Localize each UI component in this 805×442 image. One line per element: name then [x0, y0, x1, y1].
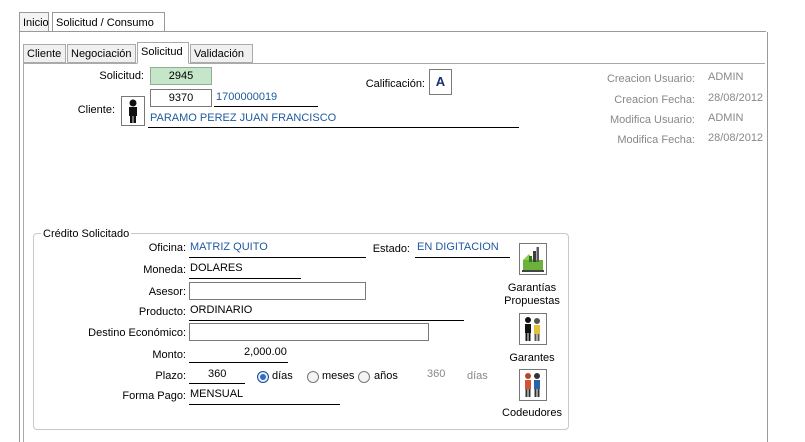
garantes-icon[interactable]: [519, 313, 547, 345]
producto-underline: [189, 320, 464, 321]
tab-inicio[interactable]: Inicio: [19, 12, 49, 32]
person-icon[interactable]: [121, 96, 145, 126]
monto-value[interactable]: 2,000.00: [244, 346, 287, 358]
plazo-anos-radio[interactable]: [358, 371, 370, 383]
credito-solicitado-title: Crédito Solicitado: [41, 228, 132, 240]
modifica-usuario-value: ADMIN: [708, 112, 744, 124]
creacion-fecha-value: 28/08/2012: [708, 92, 764, 104]
asesor-label: Asesor:: [148, 286, 186, 298]
cliente-name: PARAMO PEREZ JUAN FRANCISCO: [150, 112, 337, 124]
plazo-meses-label: meses: [322, 370, 355, 382]
cliente-label: Cliente:: [77, 104, 115, 116]
plazo-dias-radio[interactable]: [257, 371, 269, 383]
modifica-fecha-value: 28/08/2012: [708, 132, 764, 144]
moneda-label: Moneda:: [143, 264, 186, 276]
monto-underline: [189, 362, 288, 363]
estado-label: Estado:: [372, 243, 410, 255]
forma-pago-value: MENSUAL: [190, 388, 244, 400]
creacion-usuario-label: Creacion Usuario:: [606, 73, 695, 85]
cliente-id-underline: [214, 106, 318, 107]
oficina-underline: [189, 257, 366, 258]
tab-negociacion[interactable]: Negociación: [67, 44, 136, 63]
codeudores-icon[interactable]: [519, 369, 547, 401]
plazo-label: Plazo:: [155, 370, 186, 382]
cliente-code-field[interactable]: 9370: [150, 89, 212, 107]
codeudores-label: Codeudores: [502, 407, 562, 419]
plazo-dias-label: días: [272, 370, 293, 382]
calificacion-label: Calificación:: [365, 78, 425, 90]
tab-cliente[interactable]: Cliente: [23, 44, 66, 63]
moneda-value: DOLARES: [190, 262, 243, 274]
destino-economico-label: Destino Económico:: [88, 327, 186, 339]
modifica-usuario-label: Modifica Usuario:: [610, 114, 695, 126]
asesor-field[interactable]: [189, 282, 366, 300]
plazo-value[interactable]: 360: [208, 368, 226, 380]
garantias-propuestas-icon[interactable]: [519, 243, 547, 275]
destino-economico-field[interactable]: [189, 323, 429, 341]
forma-pago-underline: [189, 404, 340, 405]
oficina-label: Oficina:: [148, 242, 186, 254]
garantes-label: Garantes: [509, 352, 555, 364]
producto-label: Producto:: [138, 306, 186, 318]
plazo-calc-unit: días: [467, 370, 488, 382]
monto-label: Monto:: [152, 349, 186, 361]
modifica-fecha-label: Modifica Fecha:: [617, 134, 695, 146]
creacion-usuario-value: ADMIN: [708, 71, 744, 83]
cliente-name-underline: [148, 127, 519, 128]
producto-value: ORDINARIO: [190, 304, 253, 316]
creacion-fecha-label: Creacion Fecha:: [614, 94, 695, 106]
forma-pago-label: Forma Pago:: [122, 390, 186, 402]
solicitud-label: Solicitud:: [99, 70, 144, 82]
tab-validacion[interactable]: Validación: [190, 44, 253, 63]
plazo-underline: [189, 383, 245, 384]
solicitud-number: 2945: [150, 67, 212, 85]
calificacion-value[interactable]: A: [429, 69, 452, 95]
estado-underline: [415, 257, 510, 258]
garantias-label-line1: Garantías: [507, 282, 557, 294]
plazo-calc-value: 360: [427, 368, 446, 380]
tab-solicitud-consumo[interactable]: Solicitud / Consumo: [52, 12, 165, 32]
moneda-underline: [189, 278, 301, 279]
plazo-meses-radio[interactable]: [307, 371, 319, 383]
plazo-anos-label: años: [374, 370, 398, 382]
cliente-id: 1700000019: [216, 91, 278, 103]
estado-value: EN DIGITACION: [417, 241, 499, 253]
tab-solicitud[interactable]: Solicitud: [137, 42, 189, 64]
garantias-label-line2: Propuestas: [504, 295, 560, 307]
oficina-value: MATRIZ QUITO: [190, 241, 268, 253]
